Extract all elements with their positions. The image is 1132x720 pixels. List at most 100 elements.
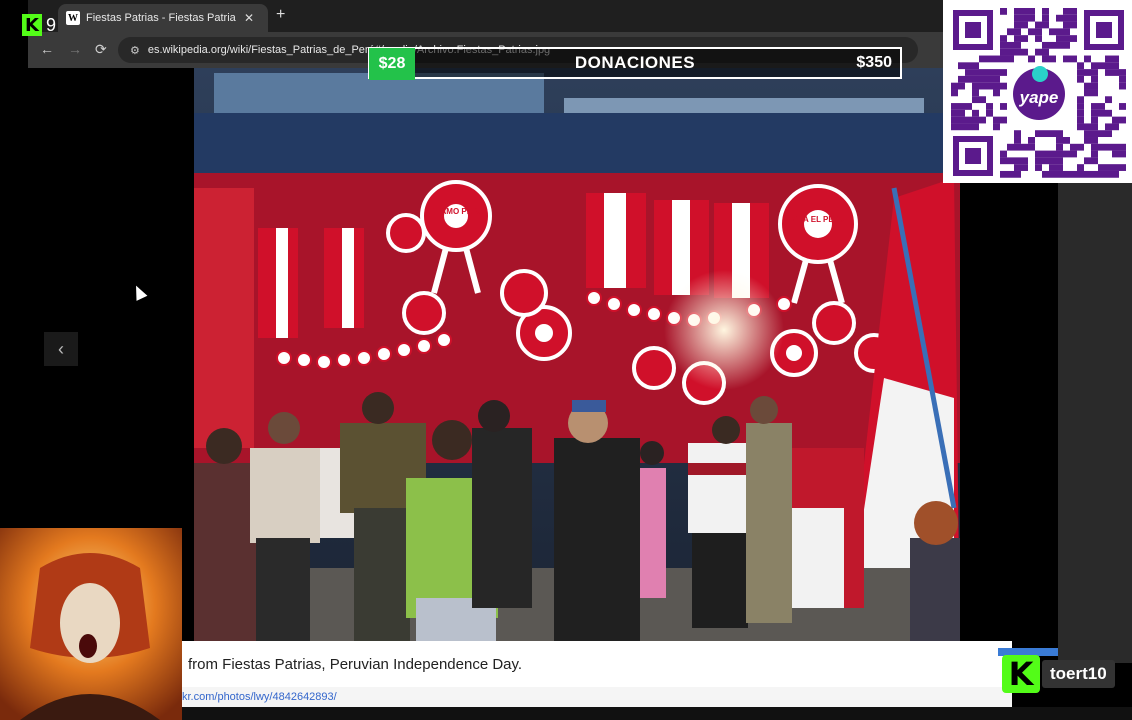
qr-module bbox=[1014, 143, 1021, 151]
qr-module bbox=[1049, 130, 1056, 138]
qr-module bbox=[1049, 164, 1056, 171]
qr-module bbox=[1042, 150, 1049, 158]
qr-module bbox=[1112, 69, 1119, 76]
qr-module bbox=[1098, 130, 1105, 138]
qr-module bbox=[1091, 109, 1098, 117]
banner-text: VIVA EL PERU bbox=[791, 215, 846, 224]
qr-module bbox=[1049, 157, 1056, 165]
qr-module bbox=[1077, 75, 1084, 83]
qr-module bbox=[979, 69, 986, 76]
qr-module bbox=[979, 116, 986, 124]
qr-module bbox=[1077, 62, 1084, 70]
qr-module bbox=[1112, 116, 1119, 124]
qr-module bbox=[1007, 157, 1014, 165]
qr-module bbox=[1077, 143, 1084, 151]
qr-module bbox=[1049, 28, 1056, 36]
kick-username-badge: K toert10 bbox=[1002, 655, 1115, 693]
qr-module bbox=[1084, 137, 1091, 144]
qr-module bbox=[1112, 55, 1119, 63]
qr-module bbox=[1028, 8, 1035, 15]
qr-module bbox=[1000, 69, 1007, 76]
qr-module bbox=[1112, 143, 1119, 151]
qr-module bbox=[958, 116, 965, 124]
qr-module bbox=[1056, 130, 1063, 138]
qr-module bbox=[1007, 143, 1014, 151]
qr-module bbox=[1105, 123, 1112, 131]
qr-module bbox=[1084, 130, 1091, 138]
qr-module bbox=[1105, 130, 1112, 138]
qr-module bbox=[1063, 137, 1070, 144]
browser-tab[interactable]: W Fiestas Patrias - Fiestas Patrias d ✕ bbox=[58, 4, 268, 32]
previous-image-button[interactable]: ‹ bbox=[44, 332, 78, 366]
new-tab-icon[interactable]: + bbox=[276, 6, 285, 24]
qr-module bbox=[1084, 157, 1091, 165]
qr-module bbox=[951, 123, 958, 131]
reload-icon[interactable]: ⟳ bbox=[95, 41, 107, 58]
qr-module bbox=[1028, 28, 1035, 36]
qr-module bbox=[1084, 170, 1091, 178]
qr-module bbox=[1021, 8, 1028, 15]
qr-module bbox=[1049, 150, 1056, 158]
kick-viewer-count: K 9 bbox=[22, 14, 56, 36]
qr-module bbox=[1091, 116, 1098, 124]
qr-module bbox=[979, 75, 986, 83]
qr-module bbox=[1063, 14, 1070, 22]
donation-goal: $350 bbox=[856, 54, 892, 71]
qr-module bbox=[1077, 69, 1084, 76]
qr-module bbox=[965, 103, 972, 110]
qr-module bbox=[1035, 164, 1042, 171]
qr-module bbox=[965, 62, 972, 70]
qr-module bbox=[986, 103, 993, 110]
qr-module bbox=[965, 123, 972, 131]
image-caption: from Fiestas Patrias, Peruvian Independe… bbox=[182, 641, 1012, 687]
close-icon[interactable]: ✕ bbox=[244, 11, 254, 25]
qr-module bbox=[1112, 150, 1119, 158]
qr-module bbox=[1105, 170, 1112, 178]
qr-module bbox=[1091, 89, 1098, 97]
qr-module bbox=[1084, 123, 1091, 131]
qr-module bbox=[958, 123, 965, 131]
qr-module bbox=[1014, 164, 1021, 171]
qr-module bbox=[1091, 69, 1098, 76]
qr-module bbox=[1014, 130, 1021, 138]
qr-module bbox=[979, 82, 986, 90]
forward-icon[interactable]: → bbox=[68, 41, 82, 57]
donation-bar: $28 DONACIONES $350 bbox=[368, 47, 902, 80]
qr-module bbox=[1021, 14, 1028, 22]
donation-raised: $28 bbox=[369, 48, 415, 80]
qr-module bbox=[972, 116, 979, 124]
qr-module bbox=[1119, 103, 1126, 110]
qr-module bbox=[1049, 41, 1056, 49]
qr-module bbox=[1000, 8, 1007, 15]
qr-module bbox=[1105, 164, 1112, 171]
qr-module bbox=[993, 123, 1000, 131]
qr-module bbox=[1014, 14, 1021, 22]
credit-link[interactable]: kr.com/photos/lwy/4842642893/ bbox=[182, 691, 337, 703]
qr-module bbox=[1070, 55, 1077, 63]
qr-module bbox=[1049, 55, 1056, 63]
back-icon[interactable]: ← bbox=[40, 41, 54, 57]
qr-module bbox=[1000, 82, 1007, 90]
qr-module bbox=[1091, 143, 1098, 151]
site-settings-icon[interactable]: ⚙ bbox=[130, 44, 140, 57]
qr-module bbox=[1077, 96, 1084, 104]
qr-module bbox=[1091, 75, 1098, 83]
qr-module bbox=[1042, 21, 1049, 29]
qr-module bbox=[1035, 35, 1042, 42]
media-viewer-image: TE AMO PERU VIVA EL PERU bbox=[194, 68, 960, 641]
qr-module bbox=[1000, 55, 1007, 63]
qr-module bbox=[1098, 164, 1105, 171]
qr-module bbox=[958, 82, 965, 90]
qr-module bbox=[1070, 35, 1077, 42]
qr-module bbox=[1035, 157, 1042, 165]
qr-module bbox=[1112, 62, 1119, 70]
qr-module bbox=[1063, 28, 1070, 36]
qr-module bbox=[1007, 48, 1014, 56]
qr-module bbox=[1028, 143, 1035, 151]
qr-module bbox=[1119, 82, 1126, 90]
qr-module bbox=[1119, 116, 1126, 124]
qr-module bbox=[1035, 48, 1042, 56]
qr-module bbox=[1119, 75, 1126, 83]
qr-module bbox=[1063, 170, 1070, 178]
qr-module bbox=[1014, 157, 1021, 165]
